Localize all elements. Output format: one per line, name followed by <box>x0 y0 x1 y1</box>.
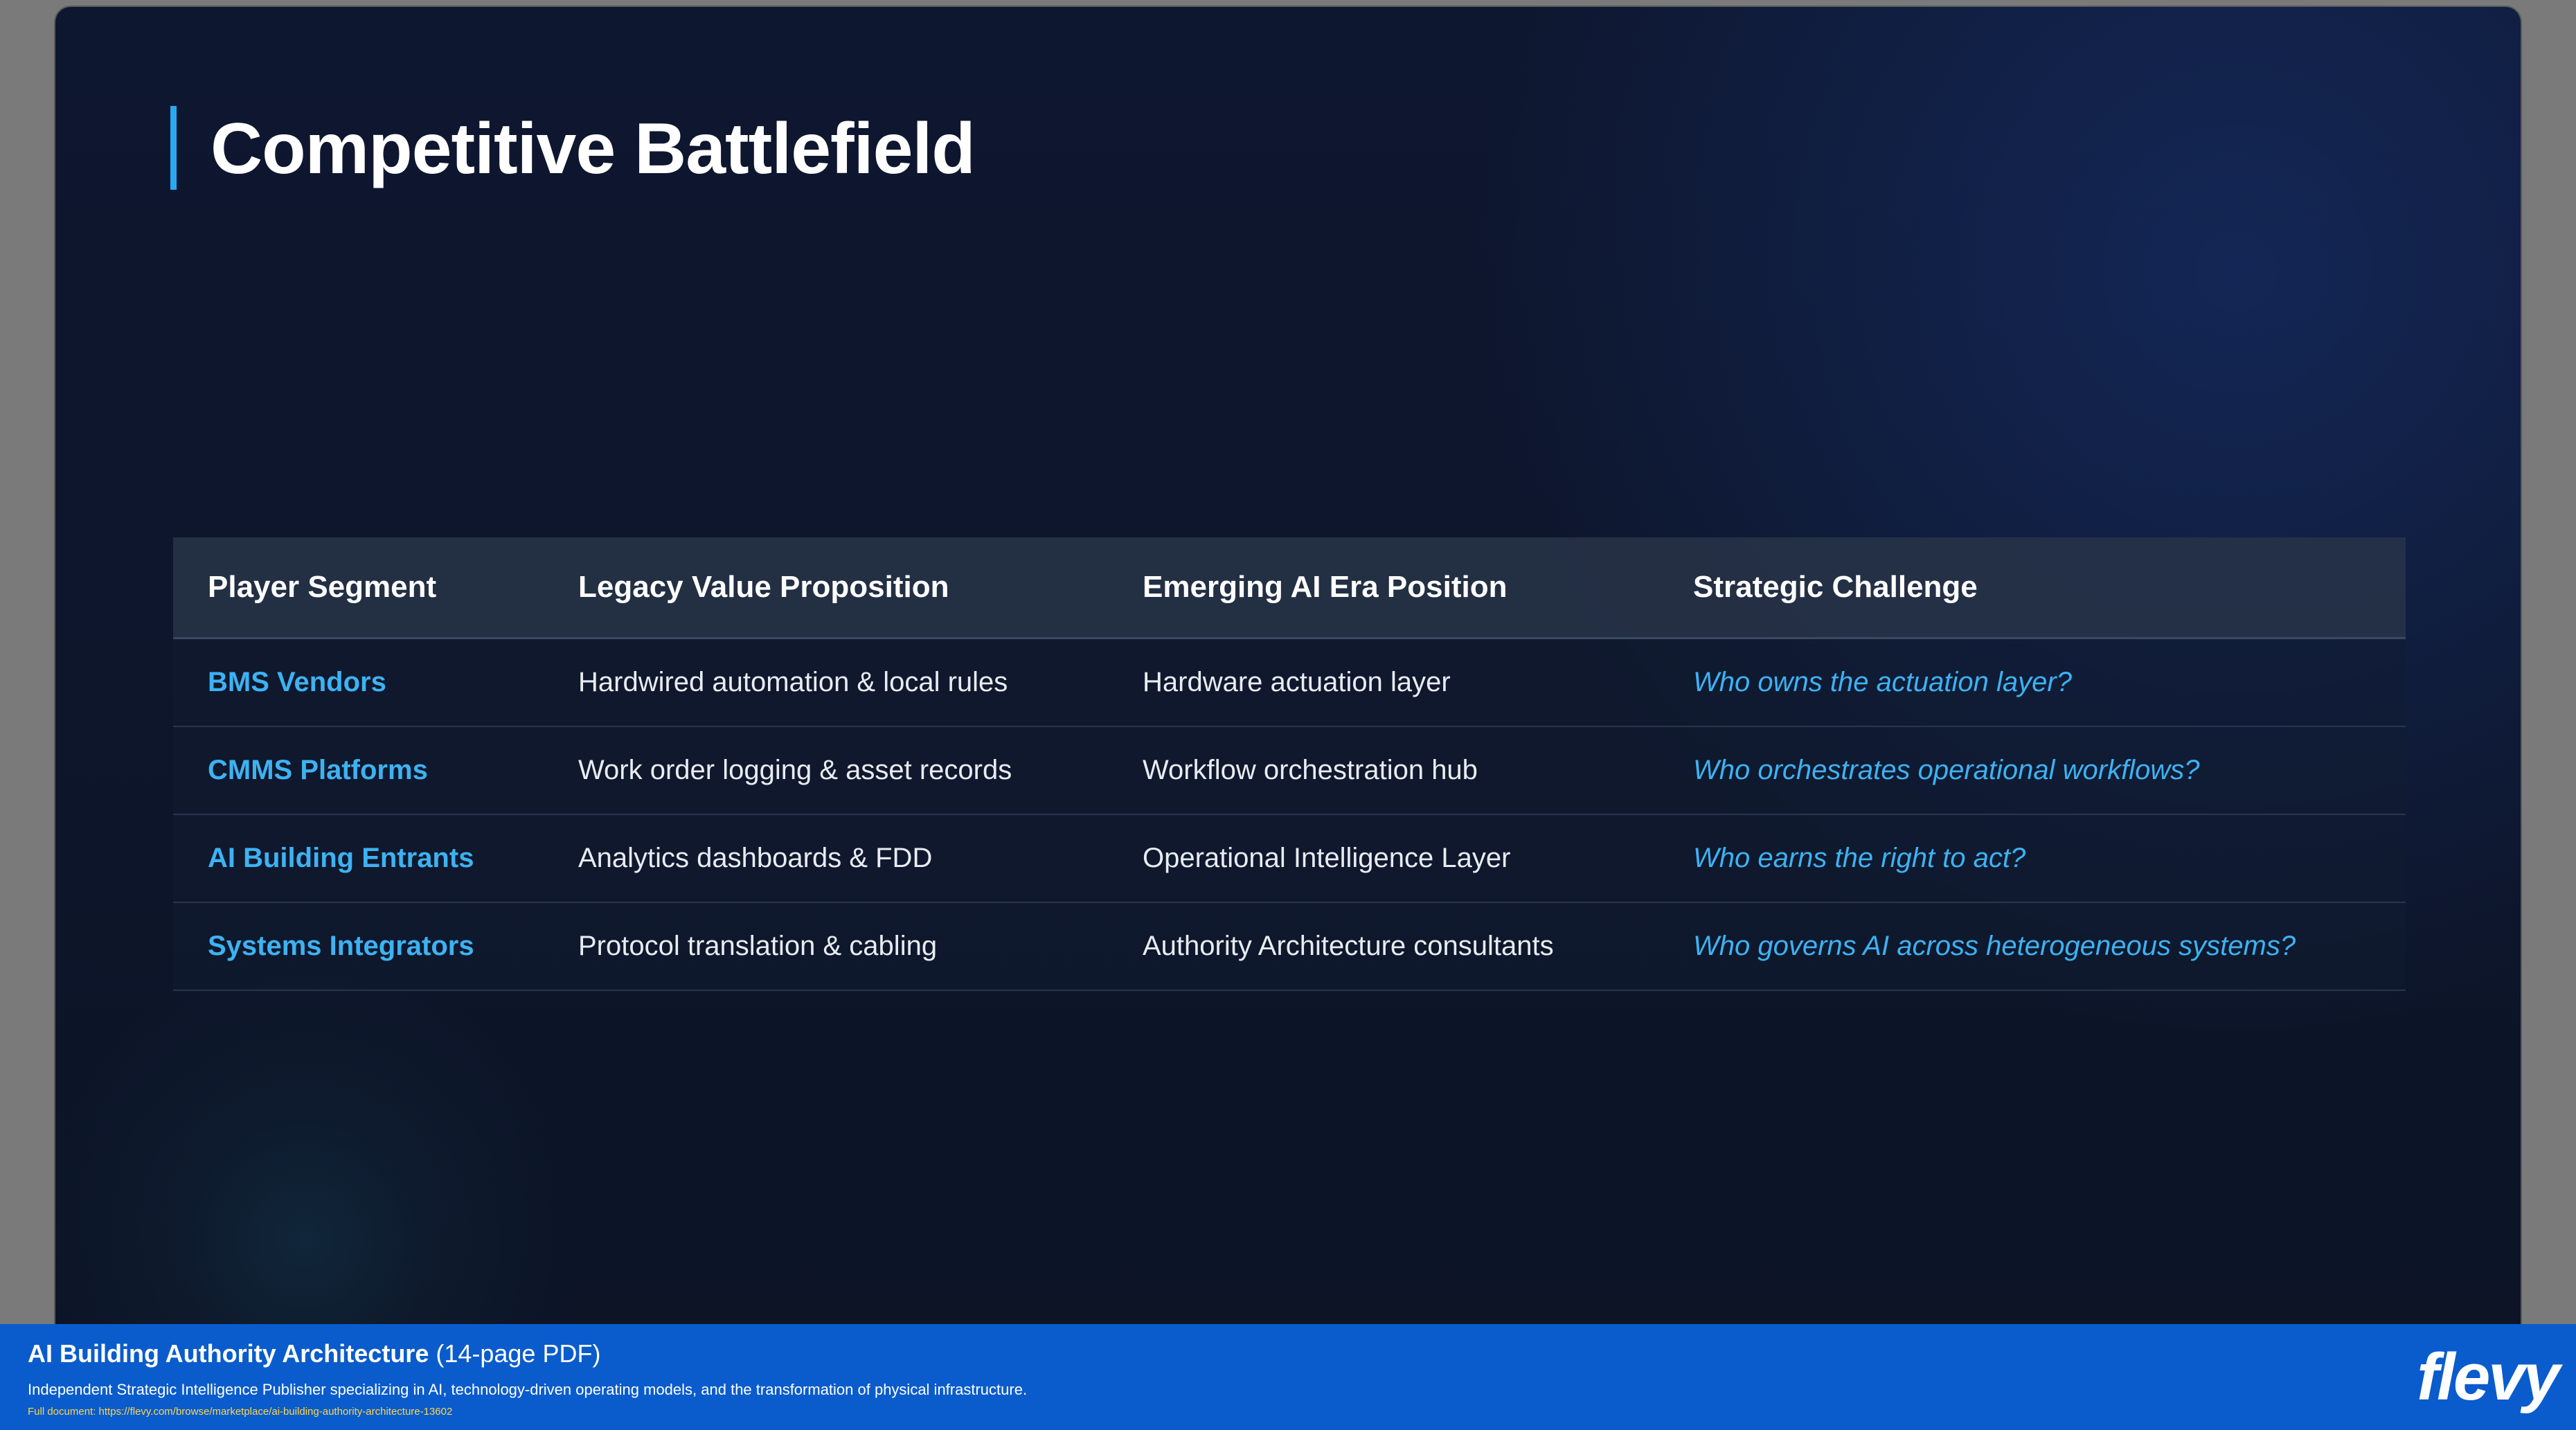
competitive-table: Player Segment Legacy Value Proposition … <box>173 537 2406 991</box>
segment-cell: BMS Vendors <box>208 667 386 697</box>
emerging-cell: Authority Architecture consultants <box>1143 931 1554 961</box>
legacy-cell: Analytics dashboards & FDD <box>578 843 933 873</box>
footer-document-link[interactable]: Full document: https://flevy.com/browse/… <box>28 1406 452 1418</box>
page-title: Competitive Battlefield <box>211 109 976 189</box>
challenge-cell: Who orchestrates operational workflows? <box>1693 755 2200 785</box>
table-row: AI Building Entrants Analytics dashboard… <box>173 815 2406 903</box>
footer-doc-title: AI Building Authority Architecture <box>28 1339 429 1368</box>
segment-cell: AI Building Entrants <box>208 843 474 873</box>
emerging-cell: Workflow orchestration hub <box>1143 755 1478 785</box>
column-header-player-segment: Player Segment <box>208 570 437 604</box>
slide: Competitive Battlefield Player Segment L… <box>55 7 2521 1364</box>
table-row: CMMS Platforms Work order logging & asse… <box>173 727 2406 815</box>
table-row: BMS Vendors Hardwired automation & local… <box>173 639 2406 727</box>
column-header-strategic-challenge: Strategic Challenge <box>1693 570 1978 604</box>
title-accent-bar <box>170 106 177 190</box>
legacy-cell: Work order logging & asset records <box>578 755 1012 785</box>
table-row: Systems Integrators Protocol translation… <box>173 903 2406 991</box>
document-footer-banner: AI Building Authority Architecture (14-p… <box>0 1324 2576 1430</box>
column-header-emerging-position: Emerging AI Era Position <box>1143 570 1508 604</box>
segment-cell: Systems Integrators <box>208 931 474 961</box>
challenge-cell: Who earns the right to act? <box>1693 843 2026 873</box>
legacy-cell: Protocol translation & cabling <box>578 931 938 961</box>
challenge-cell: Who governs AI across heterogeneous syst… <box>1693 931 2296 961</box>
flevy-logo[interactable]: flevy <box>2417 1339 2560 1415</box>
table-header-row: Player Segment Legacy Value Proposition … <box>173 537 2406 639</box>
segment-cell: CMMS Platforms <box>208 755 428 785</box>
legacy-cell: Hardwired automation & local rules <box>578 667 1008 697</box>
column-header-legacy-value: Legacy Value Proposition <box>578 570 949 604</box>
footer-doc-pages: (14-page PDF) <box>429 1339 601 1368</box>
emerging-cell: Operational Intelligence Layer <box>1143 843 1511 873</box>
footer-title: AI Building Authority Architecture (14-p… <box>28 1339 600 1368</box>
challenge-cell: Who owns the actuation layer? <box>1693 667 2072 697</box>
emerging-cell: Hardware actuation layer <box>1143 667 1451 697</box>
footer-description: Independent Strategic Intelligence Publi… <box>28 1381 1028 1398</box>
